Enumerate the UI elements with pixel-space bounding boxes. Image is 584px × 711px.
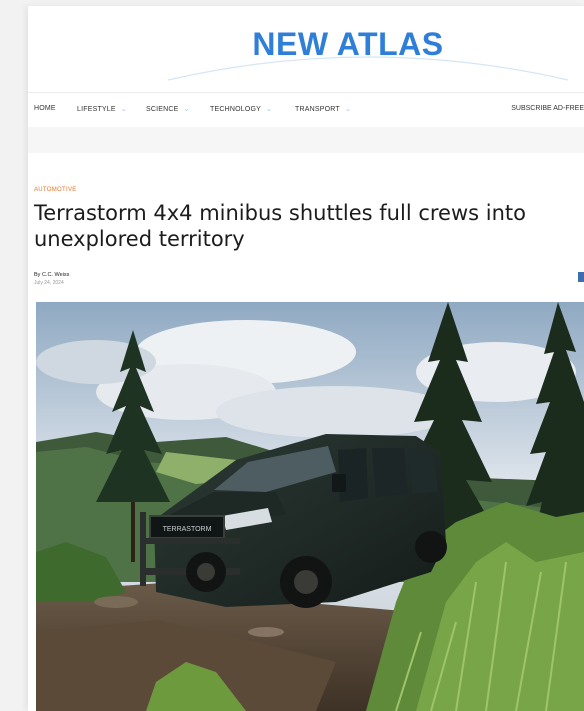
article-author[interactable]: By C.C. Weiss [34,272,69,278]
nav-item-label: LIFESTYLE [77,106,116,113]
site-header: NEW ATLAS [28,6,584,88]
ad-banner-placeholder [28,127,584,153]
share-button[interactable] [578,272,584,282]
hero-image[interactable]: TERRASTORM [36,302,584,711]
nav-item-home[interactable]: HOME [34,105,56,112]
site-logo[interactable]: NEW ATLAS [28,26,584,63]
nav-item-science[interactable]: SCIENCE ⌄ [146,105,190,113]
nav-item-lifestyle[interactable]: LIFESTYLE ⌄ [77,105,127,113]
chevron-down-icon: ⌄ [344,106,351,113]
subscribe-link[interactable]: SUBSCRIBE AD-FREE [511,105,584,112]
chevron-down-icon: ⌄ [183,106,190,113]
nav-item-technology[interactable]: TECHNOLOGY ⌄ [210,105,272,113]
article-category[interactable]: AUTOMOTIVE [34,187,77,193]
article-date: July 24, 2024 [34,280,64,286]
chevron-down-icon: ⌄ [266,106,273,113]
nav-item-label: SCIENCE [146,106,179,113]
nav-item-label: TRANSPORT [295,106,340,113]
main-nav: HOME LIFESTYLE ⌄ SCIENCE ⌄ TECHNOLOGY ⌄ TRA… [28,92,584,128]
nav-item-transport[interactable]: TRANSPORT ⌄ [295,105,351,113]
van-plate-text: TERRASTORM [163,526,212,533]
nav-item-label: HOME [34,105,56,112]
hero-photo-icon: TERRASTORM [36,302,584,711]
article-title: Terrastorm 4x4 minibus shuttles full cre… [34,201,526,251]
article-page: NEW ATLAS HOME LIFESTYLE ⌄ SCIENCE ⌄ TECHN… [28,6,584,711]
nav-item-label: TECHNOLOGY [210,106,262,113]
chevron-down-icon: ⌄ [120,106,127,113]
